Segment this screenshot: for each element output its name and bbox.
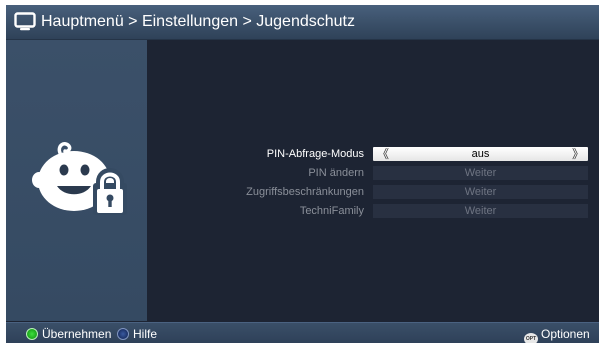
menu-label: Zugriffsbeschränkungen xyxy=(246,186,364,198)
blue-key-icon xyxy=(117,328,129,340)
arrow-left-icon[interactable]: 《 xyxy=(377,147,389,161)
help-label: Hilfe xyxy=(133,327,158,341)
menu-value[interactable]: Weiter xyxy=(373,204,588,218)
options-label: Optionen xyxy=(541,327,590,341)
menu-value[interactable]: Weiter xyxy=(373,166,588,180)
menu-label: PIN ändern xyxy=(308,167,364,179)
footer-bar: Übernehmen Hilfe OPT Optionen xyxy=(6,322,599,343)
menu-row-pin-aendern[interactable]: PIN ändern Weiter xyxy=(156,165,596,181)
menu-value[interactable]: Weiter xyxy=(373,185,588,199)
opt-key-icon: OPT xyxy=(524,333,538,343)
menu-row-zugriffsbeschraenkungen[interactable]: Zugriffsbeschränkungen Weiter xyxy=(156,184,596,200)
green-key-icon xyxy=(26,328,38,340)
side-panel xyxy=(6,40,147,321)
confirm-label: Übernehmen xyxy=(42,327,112,341)
breadcrumb: Hauptmenü > Einstellungen > Jugendschutz xyxy=(41,13,355,30)
tv-screen: Hauptmenü > Einstellungen > Jugendschutz xyxy=(6,5,599,343)
tv-icon xyxy=(14,12,36,37)
options-button[interactable]: OPT Optionen xyxy=(524,326,590,343)
header-bar: Hauptmenü > Einstellungen > Jugendschutz xyxy=(6,5,599,40)
help-button[interactable]: Hilfe xyxy=(117,326,157,342)
child-lock-icon xyxy=(27,139,137,226)
menu-label: TechniFamily xyxy=(299,205,364,217)
confirm-button[interactable]: Übernehmen xyxy=(26,326,111,342)
menu-row-pin-abfrage[interactable]: PIN-Abfrage-Modus 《 aus 》 xyxy=(156,146,596,162)
arrow-right-icon[interactable]: 》 xyxy=(572,147,584,161)
menu-row-technifamily[interactable]: TechniFamily Weiter xyxy=(156,203,596,219)
menu-value: aus xyxy=(471,148,490,160)
value-selector[interactable]: 《 aus 》 xyxy=(373,147,588,161)
menu-label: PIN-Abfrage-Modus xyxy=(266,148,364,160)
